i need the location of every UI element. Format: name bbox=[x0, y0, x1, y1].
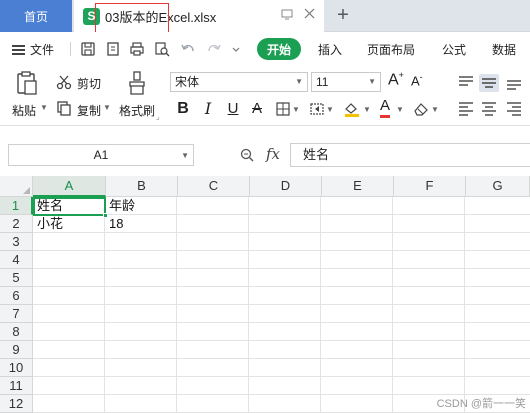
row-header-5[interactable]: 5 bbox=[0, 269, 33, 287]
row-header-7[interactable]: 7 bbox=[0, 305, 33, 323]
export-pdf-icon[interactable] bbox=[105, 41, 121, 57]
cell-style-icon[interactable] bbox=[309, 101, 325, 117]
formula-bar: A1 ▼ fx 姓名 bbox=[0, 126, 530, 176]
paste-label[interactable]: 粘贴 bbox=[12, 102, 36, 119]
fill-handle[interactable] bbox=[103, 213, 108, 218]
undo-icon[interactable] bbox=[180, 41, 196, 57]
formula-input[interactable]: 姓名 bbox=[290, 143, 530, 167]
align-left-icon[interactable] bbox=[456, 100, 476, 118]
divider bbox=[70, 42, 71, 56]
copy-label[interactable]: 复制 bbox=[77, 102, 101, 119]
tab-strip: 首页 S 03版本的Excel.xlsx + bbox=[0, 0, 530, 41]
align-top-icon[interactable] bbox=[456, 74, 476, 92]
zoom-icon[interactable] bbox=[240, 148, 254, 162]
tab-page-layout[interactable]: 页面布局 bbox=[367, 41, 415, 58]
align-right-icon[interactable] bbox=[504, 100, 524, 118]
tab-document[interactable]: S 03版本的Excel.xlsx bbox=[74, 0, 324, 32]
row-header-11[interactable]: 11 bbox=[0, 377, 33, 395]
column-header-d[interactable]: D bbox=[250, 176, 322, 197]
column-header-a[interactable]: A bbox=[33, 176, 106, 197]
tab-data[interactable]: 数据 bbox=[492, 41, 516, 58]
eraser-icon[interactable] bbox=[412, 101, 430, 117]
tab-insert[interactable]: 插入 bbox=[318, 41, 342, 58]
row-header-2[interactable]: 2 bbox=[0, 215, 33, 233]
file-menu[interactable]: 文件 bbox=[12, 41, 54, 58]
font-size-select[interactable]: 11 ▼ bbox=[311, 72, 381, 92]
name-box[interactable]: A1 ▼ bbox=[8, 144, 194, 166]
font-name-select[interactable]: 宋体 ▼ bbox=[170, 72, 308, 92]
save-icon[interactable] bbox=[80, 41, 96, 57]
cell-reference: A1 bbox=[93, 148, 109, 162]
clear-dropdown-icon[interactable]: ▼ bbox=[431, 105, 439, 114]
font-color-dropdown-icon[interactable]: ▼ bbox=[396, 105, 404, 114]
copy-dropdown-icon[interactable]: ▼ bbox=[103, 103, 111, 112]
column-header-f[interactable]: F bbox=[394, 176, 466, 197]
hamburger-icon bbox=[12, 44, 25, 55]
align-middle-icon[interactable] bbox=[479, 74, 499, 92]
close-tab-icon[interactable] bbox=[302, 8, 316, 22]
clipboard-dialog-icon[interactable]: ⌟ bbox=[156, 112, 160, 121]
quick-access-dropdown-icon[interactable] bbox=[231, 41, 241, 57]
redo-icon[interactable] bbox=[206, 41, 222, 57]
spreadsheet-icon: S bbox=[83, 7, 100, 25]
paste-dropdown-icon[interactable]: ▼ bbox=[40, 103, 48, 112]
underline-button[interactable]: U bbox=[226, 100, 240, 118]
menu-bar: 文件 开始 插入 页面布局 公式 数据 bbox=[0, 32, 530, 66]
print-preview-icon[interactable] bbox=[154, 41, 170, 57]
row-header-10[interactable]: 10 bbox=[0, 359, 33, 377]
paste-icon[interactable] bbox=[14, 70, 40, 96]
row-header-4[interactable]: 4 bbox=[0, 251, 33, 269]
copy-icon[interactable] bbox=[56, 100, 72, 116]
monitor-icon[interactable] bbox=[280, 8, 294, 22]
ribbon: 粘贴 ▼ 剪切 复制 ▼ 格式刷 ⌟ 宋体 ▼ 11 ▼ A+ A- B I U… bbox=[0, 66, 530, 126]
select-all-button[interactable] bbox=[0, 176, 33, 197]
row-header-12[interactable]: 12 bbox=[0, 395, 33, 413]
align-bottom-icon[interactable] bbox=[504, 74, 524, 92]
cell-b2[interactable]: 18 bbox=[106, 215, 178, 233]
fill-color-icon[interactable] bbox=[343, 101, 361, 117]
font-color-icon[interactable]: A bbox=[380, 97, 391, 118]
grow-font-icon[interactable]: A+ bbox=[388, 70, 404, 89]
column-header-g[interactable]: G bbox=[466, 176, 530, 197]
font-name-value: 宋体 bbox=[175, 75, 200, 89]
print-icon[interactable] bbox=[129, 41, 145, 57]
italic-button[interactable]: I bbox=[201, 100, 215, 118]
cut-label[interactable]: 剪切 bbox=[77, 75, 101, 92]
font-size-value: 11 bbox=[316, 75, 329, 89]
row-header-1[interactable]: 1 bbox=[0, 197, 33, 215]
watermark: CSDN @箭一一笑 bbox=[436, 398, 526, 410]
spreadsheet-grid: A B C D E F G 1 2 3 4 5 6 7 8 9 10 11 12… bbox=[0, 176, 530, 413]
column-header-b[interactable]: B bbox=[106, 176, 178, 197]
format-painter-label[interactable]: 格式刷 bbox=[119, 102, 155, 119]
cell-style-dropdown-icon[interactable]: ▼ bbox=[326, 105, 334, 114]
row-header-8[interactable]: 8 bbox=[0, 323, 33, 341]
scissors-icon[interactable] bbox=[56, 74, 72, 90]
bold-button[interactable]: B bbox=[175, 100, 191, 118]
align-center-icon[interactable] bbox=[479, 100, 499, 118]
row-header-6[interactable]: 6 bbox=[0, 287, 33, 305]
tab-home[interactable]: 首页 bbox=[0, 0, 72, 32]
chevron-down-icon: ▼ bbox=[181, 151, 189, 160]
strikethrough-button[interactable]: A bbox=[250, 100, 264, 118]
new-tab-button[interactable]: + bbox=[332, 4, 354, 28]
insert-function-button[interactable]: fx bbox=[266, 145, 280, 163]
format-painter-icon[interactable] bbox=[126, 70, 148, 96]
chevron-down-icon: ▼ bbox=[368, 77, 376, 86]
cell-a1[interactable]: 姓名 bbox=[34, 197, 106, 215]
borders-icon[interactable] bbox=[275, 101, 291, 117]
row-header-3[interactable]: 3 bbox=[0, 233, 33, 251]
file-menu-label: 文件 bbox=[30, 43, 55, 57]
tab-home-ribbon[interactable]: 开始 bbox=[257, 38, 301, 60]
row-header-9[interactable]: 9 bbox=[0, 341, 33, 359]
cell-b1[interactable]: 年龄 bbox=[106, 197, 178, 215]
column-header-e[interactable]: E bbox=[322, 176, 394, 197]
fill-color-dropdown-icon[interactable]: ▼ bbox=[363, 105, 371, 114]
borders-dropdown-icon[interactable]: ▼ bbox=[292, 105, 300, 114]
chevron-down-icon: ▼ bbox=[295, 77, 303, 86]
column-header-c[interactable]: C bbox=[178, 176, 250, 197]
document-title: 03版本的Excel.xlsx bbox=[105, 9, 217, 25]
cell-a2[interactable]: 小花 bbox=[34, 215, 106, 233]
shrink-font-icon[interactable]: A- bbox=[411, 72, 423, 88]
tab-formulas[interactable]: 公式 bbox=[442, 41, 466, 58]
